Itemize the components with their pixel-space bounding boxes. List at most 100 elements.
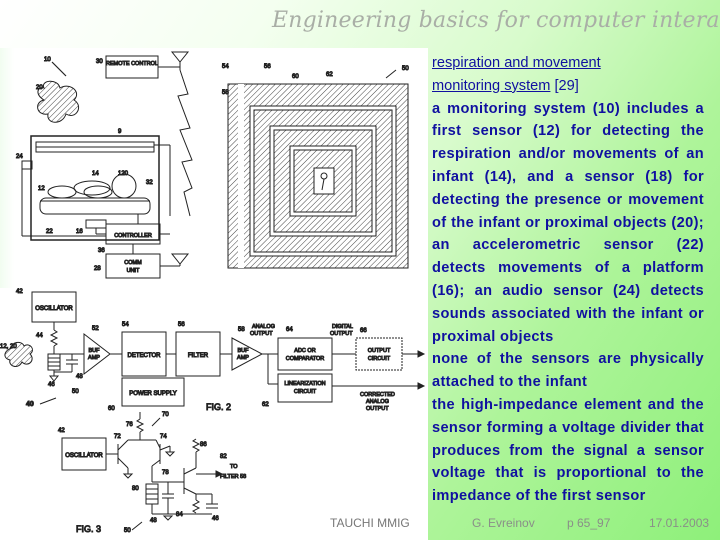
comm-unit-label: COMM — [124, 260, 142, 266]
patent-link[interactable]: respiration and movement — [432, 55, 601, 71]
ref-label: 44 — [36, 333, 43, 339]
ref-label: 76 — [126, 422, 133, 428]
linearization-box — [277, 373, 333, 403]
ref-label: 66 — [360, 328, 367, 334]
fig1-monitoring-system: 10 30 REMOTE CONTROL 20 9 24 14 120 12 3… — [16, 51, 193, 279]
digital-output-label: OUTPUT — [330, 331, 353, 337]
adc-label: COMPARATOR — [286, 356, 325, 362]
ref-label: 50 — [124, 528, 131, 534]
fig3-caption: FIG. 3 — [76, 524, 101, 534]
power-supply-label: POWER SUPPLY — [129, 391, 177, 397]
ref-label: 48 — [150, 518, 157, 524]
footer-page-number: p 65_97 — [567, 516, 611, 530]
oscillator-label: OSCILLATOR — [65, 453, 103, 459]
resistor-symbol — [191, 499, 201, 514]
ref-label: 42 — [16, 289, 23, 295]
ref-label: 28 — [94, 266, 101, 272]
pointer-arrow — [51, 61, 67, 77]
ref-label: 64 — [286, 327, 293, 333]
fig2-caption: FIG. 2 — [206, 402, 231, 412]
ref-label: 56 — [178, 322, 185, 328]
ref-label: 56 — [264, 64, 271, 70]
ref-label: 86 — [200, 442, 207, 448]
ref-label: 46 — [212, 516, 219, 522]
ground-symbol — [162, 515, 174, 521]
ref-label: 60 — [108, 406, 115, 412]
ref-label: 22 — [46, 229, 53, 235]
ground-symbol — [164, 451, 176, 457]
wireless-link-zigzag — [177, 69, 193, 217]
buffer-amp-triangle — [83, 332, 111, 376]
ref-label: 48 — [76, 374, 83, 380]
ref-label: 30 — [96, 59, 103, 65]
body-paragraph: none of the sensors are physically attac… — [432, 351, 704, 391]
resistor-symbol — [191, 438, 201, 453]
ref-label: 52 — [92, 326, 99, 332]
ref-label: 16 — [76, 229, 83, 235]
ref-label: 84 — [176, 512, 183, 518]
ref-label: 54 — [122, 322, 129, 328]
remote-control-label: REMOTE CONTROL — [106, 61, 158, 67]
body-paragraph: the high-impedance element and the senso… — [432, 396, 704, 505]
to-filter-label: FILTER 58 — [220, 474, 246, 480]
accelerometer — [85, 219, 107, 229]
platform — [39, 197, 151, 215]
comm-unit-box — [105, 253, 161, 279]
ref-label: 46 — [48, 382, 55, 388]
adc-box — [277, 337, 333, 371]
output-circuit-label: CIRCUIT — [368, 356, 391, 362]
coil-sensor-drawing: 54 56 60 62 58 50 — [222, 64, 410, 269]
ref-label: 32 — [146, 180, 153, 186]
ref-label: 80 — [132, 486, 139, 492]
ref-label: 58 — [238, 327, 245, 333]
ref-label: 54 — [222, 64, 229, 70]
proximal-object-shape — [37, 80, 79, 123]
comm-unit-label: UNIT — [127, 268, 140, 274]
antenna-icon — [170, 253, 190, 265]
ref-label: 62 — [326, 72, 333, 78]
resistor-symbol — [49, 329, 59, 347]
adc-label: ADC OR — [294, 348, 315, 354]
ref-label: 12 — [38, 186, 45, 192]
output-circuit-box — [355, 337, 403, 371]
buffer-amp-triangle — [231, 337, 264, 371]
remote-control-box — [105, 55, 159, 79]
linearization-label: LINEARIZATION — [284, 381, 325, 387]
controller-label: CONTROLLER — [114, 233, 152, 239]
footer-author: G. Evreinov — [472, 516, 535, 530]
buf-amp-label: BUF — [89, 348, 101, 354]
patent-link[interactable]: monitoring system — [432, 78, 550, 94]
ref-label: 24 — [16, 154, 23, 160]
ref-label: 50 — [402, 66, 409, 72]
fig3-circuit: 42 OSCILLATOR 72 76 70 74 78 86 82 TO FI… — [58, 412, 247, 535]
ref-label: 10 — [44, 57, 51, 63]
slide-body: respiration and movement monitoring syst… — [432, 52, 704, 508]
analog-output-label: OUTPUT — [250, 331, 273, 337]
pointer-arrow — [151, 417, 161, 427]
ref-label: 72 — [114, 434, 121, 440]
to-filter-label: TO — [230, 464, 238, 470]
reference-heading: respiration and movement monitoring syst… — [432, 52, 704, 98]
oscillator-label: OSCILLATOR — [35, 306, 73, 312]
pointer-arrow — [131, 521, 143, 531]
ref-label: 14 — [92, 171, 99, 177]
buf-amp-label: BUF — [238, 348, 250, 354]
corrected-output-label: CORRECTED — [360, 392, 395, 398]
ref-label: 62 — [262, 402, 269, 408]
linearization-label: CIRCUIT — [294, 389, 317, 395]
detector-label: DETECTOR — [128, 353, 162, 359]
ref-label: 78 — [162, 470, 169, 476]
ref-label: 9 — [118, 129, 122, 135]
footer-date: 17.01.2003 — [649, 516, 710, 530]
patent-figure: 10 30 REMOTE CONTROL 20 9 24 14 120 12 3… — [0, 48, 428, 540]
fig2-block-diagram: 42 OSCILLATOR 44 12, 20 46 48 50 40 52 B… — [0, 289, 426, 413]
ref-label: 70 — [162, 412, 169, 418]
digital-output-label: DIGITAL — [332, 324, 353, 330]
footer-organization: TAUCHI MMIG — [330, 516, 410, 530]
buf-amp-label: AMP — [88, 355, 100, 361]
filter-label: FILTER — [188, 353, 209, 359]
ground-symbol — [48, 375, 60, 382]
ref-label: 42 — [58, 428, 65, 434]
corrected-output-label: ANALOG — [366, 399, 389, 405]
pointer-arrow — [385, 69, 397, 79]
